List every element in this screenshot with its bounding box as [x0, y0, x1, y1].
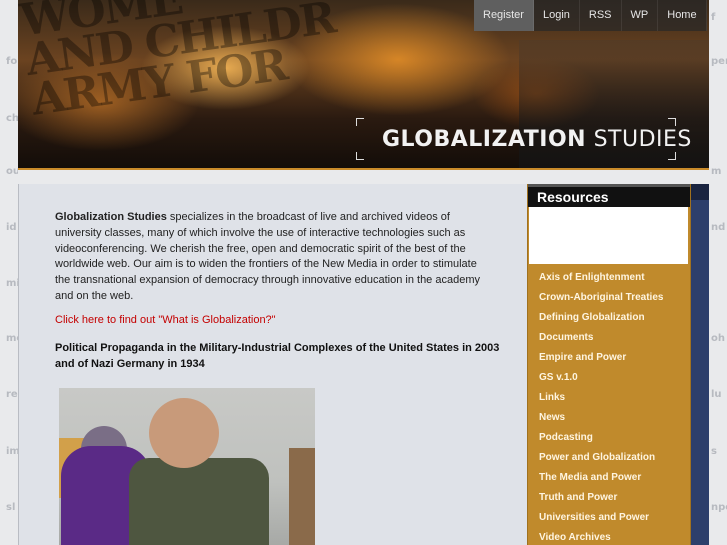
resource-link[interactable]: The Media and Power — [528, 468, 690, 488]
resource-link[interactable]: Podcasting — [528, 428, 690, 448]
article-headline[interactable]: Political Propaganda in the Military-Ind… — [55, 340, 500, 372]
nav-rss[interactable]: RSS — [580, 0, 622, 31]
photo-figure — [129, 458, 269, 545]
resource-link[interactable]: News — [528, 408, 690, 428]
site-title: GLOBALIZATION STUDIES — [382, 127, 692, 152]
bg-word: nd — [711, 222, 726, 233]
right-decorative-strip — [691, 184, 709, 545]
frame-corner — [668, 118, 676, 126]
bg-word: m — [711, 166, 722, 177]
nav-home[interactable]: Home — [658, 0, 707, 31]
right-decorative-strip-top — [691, 184, 709, 200]
resource-link[interactable]: Documents — [528, 328, 690, 348]
photo-figure — [289, 448, 315, 545]
resources-list: Axis of Enlightenment Crown-Aboriginal T… — [528, 264, 690, 545]
bg-word: ou — [6, 166, 18, 177]
resource-link[interactable]: Defining Globalization — [528, 308, 690, 328]
frame-corner — [356, 152, 364, 160]
sidebar-header: Resources — [528, 184, 690, 207]
resource-link[interactable]: Universities and Power — [528, 508, 690, 528]
bg-word: s — [711, 446, 717, 457]
resource-link[interactable]: Truth and Power — [528, 488, 690, 508]
resource-link[interactable]: Crown-Aboriginal Treaties — [528, 288, 690, 308]
main-content: Globalization Studies specializes in the… — [18, 184, 527, 545]
banner-background-text: WOME AND CHILDR ARMY FOR — [18, 0, 342, 126]
resource-link[interactable]: Video Archives — [528, 528, 690, 545]
site-logo[interactable]: GLOBALIZATION STUDIES — [356, 118, 691, 160]
resource-link[interactable]: Links — [528, 388, 690, 408]
photo-figure — [149, 398, 219, 468]
bg-word: mi — [6, 278, 18, 289]
bg-word: im — [6, 446, 18, 457]
bg-word: id — [6, 222, 17, 233]
site-title-light: STUDIES — [593, 127, 692, 152]
background-words-right: f per m nd oh lu s npe — [709, 0, 727, 545]
intro-site-name: Globalization Studies — [55, 211, 167, 223]
bg-word: rel — [6, 389, 18, 400]
nav-login[interactable]: Login — [534, 0, 580, 31]
resource-link[interactable]: GS v.1.0 — [528, 368, 690, 388]
resources-sidebar: Resources Axis of Enlightenment Crown-Ab… — [527, 184, 691, 545]
nav-wp[interactable]: WP — [622, 0, 659, 31]
bg-word: f — [711, 12, 716, 23]
top-navigation: Register Login RSS WP Home — [474, 0, 707, 31]
bg-word: sl — [6, 502, 16, 513]
bg-word: oh — [711, 333, 725, 344]
site-title-bold: GLOBALIZATION — [382, 127, 587, 152]
nav-register[interactable]: Register — [474, 0, 534, 31]
sidebar-white-box — [529, 207, 688, 264]
intro-text: specializes in the broadcast of live and… — [55, 211, 480, 302]
what-is-globalization-link[interactable]: Click here to find out "What is Globaliz… — [55, 314, 276, 326]
frame-corner — [356, 118, 364, 126]
bg-word: ch — [6, 113, 18, 124]
bg-word: npe — [711, 502, 727, 513]
bg-word: per — [711, 56, 727, 67]
bg-word: lu — [711, 389, 722, 400]
bg-word: fo — [6, 56, 18, 67]
resource-link[interactable]: Power and Globalization — [528, 448, 690, 468]
resource-link[interactable]: Empire and Power — [528, 348, 690, 368]
background-words-left: fo ch ou id mi mo rel im sl — [0, 0, 18, 545]
intro-paragraph: Globalization Studies specializes in the… — [55, 210, 495, 305]
sidebar-title: Resources — [537, 189, 609, 205]
resource-link[interactable]: Axis of Enlightenment — [528, 268, 690, 288]
frame-corner — [668, 152, 676, 160]
banner-divider — [18, 168, 709, 170]
bg-word: mo — [6, 333, 18, 344]
article-photo[interactable] — [59, 388, 315, 545]
